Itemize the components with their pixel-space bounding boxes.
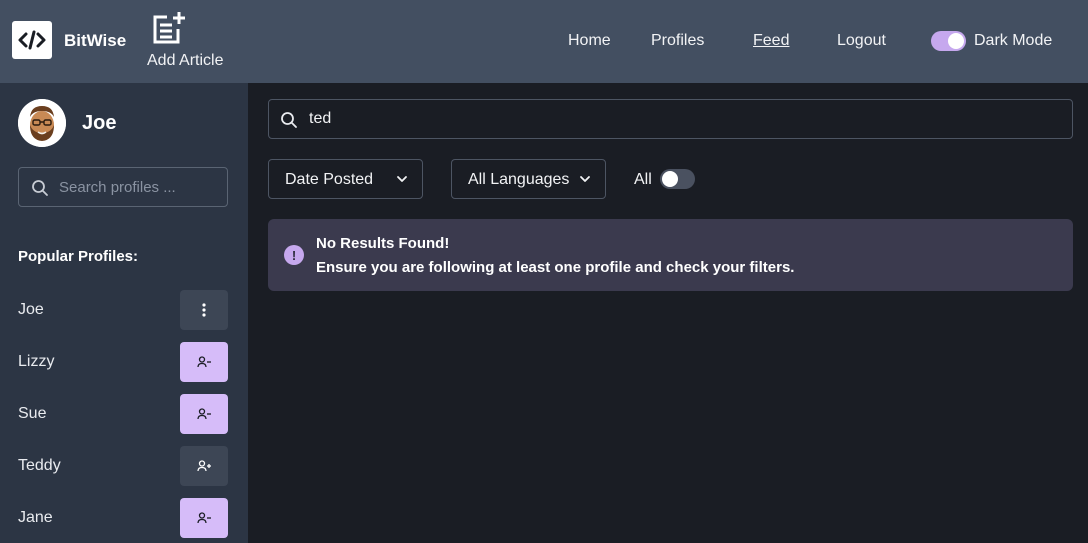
follow-button[interactable] bbox=[180, 446, 228, 486]
unfollow-button[interactable] bbox=[180, 342, 228, 382]
nav-profiles[interactable]: Profiles bbox=[651, 32, 704, 50]
more-vertical-icon bbox=[202, 303, 206, 317]
all-toggle-label: All bbox=[634, 171, 652, 188]
dark-mode-label: Dark Mode bbox=[974, 32, 1053, 49]
alert-title: No Results Found! bbox=[316, 235, 450, 252]
profile-row-joe: Joe bbox=[18, 290, 228, 330]
user-name: Joe bbox=[82, 112, 117, 134]
top-navbar: BitWise Add Article Home Profiles Feed L… bbox=[0, 0, 1088, 83]
sort-dropdown-label: Date Posted bbox=[285, 171, 374, 188]
toggle-knob bbox=[662, 171, 678, 187]
nav-home[interactable]: Home bbox=[568, 32, 611, 50]
avatar-memoji-icon bbox=[18, 99, 66, 147]
toggle-knob bbox=[948, 33, 964, 49]
language-dropdown-label: All Languages bbox=[468, 171, 570, 188]
profile-name[interactable]: Jane bbox=[18, 509, 53, 527]
user-minus-icon bbox=[197, 512, 211, 524]
profile-row-sue: Sue bbox=[18, 394, 228, 434]
search-icon bbox=[32, 180, 48, 196]
unfollow-button[interactable] bbox=[180, 394, 228, 434]
user-minus-icon bbox=[197, 356, 211, 368]
alert-message: Ensure you are following at least one pr… bbox=[316, 259, 795, 276]
nav-feed[interactable]: Feed bbox=[753, 32, 789, 50]
avatar[interactable] bbox=[18, 99, 66, 147]
feed-search-input[interactable] bbox=[309, 100, 1059, 138]
no-results-alert: ! No Results Found! Ensure you are follo… bbox=[268, 219, 1073, 291]
sort-dropdown[interactable]: Date Posted bbox=[268, 159, 423, 199]
profile-search-input[interactable] bbox=[59, 168, 224, 206]
profile-row-teddy: Teddy bbox=[18, 446, 228, 486]
logo[interactable] bbox=[12, 21, 52, 59]
profile-row-lizzy: Lizzy bbox=[18, 342, 228, 382]
profile-options-button[interactable] bbox=[180, 290, 228, 330]
profile-name[interactable]: Sue bbox=[18, 405, 46, 423]
all-toggle[interactable] bbox=[660, 169, 695, 189]
profile-row-jane: Jane bbox=[18, 498, 228, 538]
code-icon bbox=[18, 30, 46, 50]
profile-name[interactable]: Lizzy bbox=[18, 353, 54, 371]
unfollow-button[interactable] bbox=[180, 498, 228, 538]
nav-logout[interactable]: Logout bbox=[837, 32, 886, 50]
feed-search-box bbox=[268, 99, 1073, 139]
chevron-down-icon bbox=[580, 176, 590, 182]
profile-search-box bbox=[18, 167, 228, 207]
exclamation-icon: ! bbox=[284, 245, 304, 265]
add-article-button[interactable]: Add Article bbox=[147, 11, 229, 73]
user-minus-icon bbox=[197, 408, 211, 420]
language-dropdown[interactable]: All Languages bbox=[451, 159, 606, 199]
brand-name[interactable]: BitWise bbox=[64, 31, 126, 51]
profile-name[interactable]: Joe bbox=[18, 301, 44, 319]
dark-mode-toggle[interactable] bbox=[931, 31, 966, 51]
sidebar: Joe Popular Profiles: Joe Lizzy bbox=[0, 83, 248, 543]
chevron-down-icon bbox=[397, 176, 407, 182]
user-plus-icon bbox=[197, 460, 211, 472]
search-icon bbox=[281, 112, 297, 128]
add-article-label: Add Article bbox=[147, 52, 224, 69]
profile-name[interactable]: Teddy bbox=[18, 457, 61, 475]
popular-profiles-heading: Popular Profiles: bbox=[18, 248, 139, 265]
add-article-icon bbox=[153, 12, 185, 44]
